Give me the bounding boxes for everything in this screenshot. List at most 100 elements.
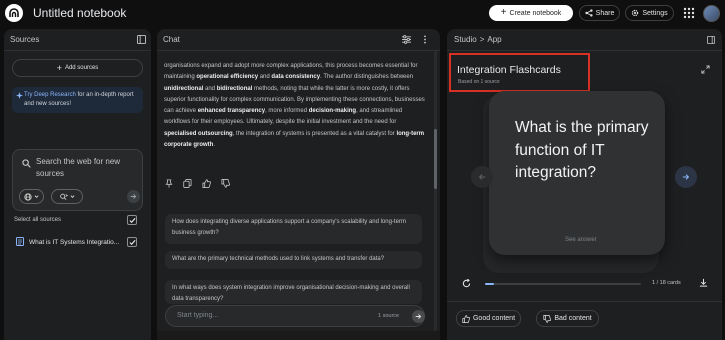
add-sources-label: Add sources bbox=[64, 65, 99, 71]
chat-bold-text: unidirectional bbox=[164, 85, 204, 92]
chat-bold-text: specialised outsourcing bbox=[164, 130, 233, 137]
chat-footer bbox=[157, 331, 440, 340]
arrow-right-icon bbox=[415, 314, 422, 319]
research-mode-dropdown[interactable] bbox=[51, 189, 83, 204]
gear-icon bbox=[632, 9, 639, 17]
breadcrumb: Studio > App bbox=[454, 35, 502, 44]
chat-input-placeholder: Start typing... bbox=[177, 312, 219, 319]
chat-header: Chat bbox=[157, 29, 440, 51]
source-item-checkbox[interactable] bbox=[127, 237, 137, 247]
flashcard[interactable]: What is the primary function of IT integ… bbox=[489, 91, 665, 255]
flashcard-question: What is the primary function of IT integ… bbox=[515, 119, 649, 181]
add-sources-button[interactable]: + Add sources bbox=[12, 59, 143, 77]
web-search-box[interactable]: Search the web for new sources bbox=[12, 149, 143, 211]
breadcrumb-studio[interactable]: Studio bbox=[454, 35, 477, 44]
check-icon bbox=[128, 217, 136, 223]
select-all-label: Select all sources bbox=[14, 217, 62, 223]
check-icon bbox=[128, 239, 136, 245]
share-label: Share bbox=[595, 9, 615, 17]
chat-bold-text: decision-making bbox=[308, 108, 357, 115]
based-on-sources: Based on 1 source bbox=[458, 79, 500, 85]
expand-icon[interactable] bbox=[701, 65, 710, 74]
sources-title: Sources bbox=[10, 35, 40, 44]
search-icon bbox=[22, 159, 31, 168]
card-progress-fill bbox=[485, 283, 494, 285]
breadcrumb-app: App bbox=[487, 35, 502, 44]
deep-research-banner[interactable]: Try Deep Research for an in-depth report… bbox=[12, 87, 143, 113]
studio-divider bbox=[447, 301, 722, 302]
download-icon[interactable] bbox=[699, 278, 708, 287]
card-progress-bar bbox=[485, 283, 641, 285]
tune-icon[interactable] bbox=[402, 35, 411, 44]
web-search-input[interactable]: Search the web for new sources bbox=[36, 156, 136, 180]
breadcrumb-separator: > bbox=[479, 35, 485, 44]
avatar[interactable] bbox=[703, 5, 720, 22]
notebooklm-logo[interactable] bbox=[5, 4, 23, 22]
top-bar: Untitled notebook + Create notebook Shar… bbox=[0, 0, 725, 27]
notebook-title[interactable]: Untitled notebook bbox=[33, 6, 126, 20]
chat-response: organisations expand and adopt more comp… bbox=[164, 61, 426, 151]
plus-icon: + bbox=[500, 7, 507, 18]
restart-icon[interactable] bbox=[462, 279, 471, 288]
chat-text: . The author distinguishes between bbox=[320, 74, 414, 81]
chat-bold-text: bidirectional bbox=[216, 85, 253, 92]
more-vert-icon[interactable] bbox=[423, 35, 427, 44]
chat-input[interactable]: Start typing... 1 source bbox=[165, 305, 425, 327]
previous-card-button[interactable] bbox=[471, 166, 493, 188]
collapse-panel-icon[interactable] bbox=[137, 35, 146, 44]
logo-icon bbox=[9, 8, 19, 17]
create-notebook-label: Create notebook bbox=[509, 9, 562, 17]
apps-grid-icon[interactable] bbox=[683, 7, 695, 19]
chat-text: , the integration of systems is presente… bbox=[232, 130, 397, 137]
card-count: 1 / 18 cards bbox=[652, 280, 681, 286]
chat-text: and bbox=[258, 74, 272, 81]
share-button[interactable]: Share bbox=[579, 5, 620, 21]
arrow-right-icon bbox=[130, 194, 137, 199]
studio-header: Studio > App bbox=[447, 29, 722, 51]
chat-scroll-thumb[interactable] bbox=[434, 129, 437, 189]
studio-panel: Studio > App Integration Flashcards Base… bbox=[447, 29, 722, 340]
globe-icon bbox=[24, 192, 32, 201]
copy-icon[interactable] bbox=[183, 178, 192, 188]
suggested-question[interactable]: How does integrating diverse application… bbox=[165, 214, 422, 244]
see-answer-hint[interactable]: See answer bbox=[565, 237, 597, 243]
source-item-label: What is IT Systems Integratio... bbox=[29, 239, 120, 246]
thumbs-up-icon[interactable] bbox=[202, 178, 211, 188]
arrow-right-icon bbox=[682, 174, 690, 180]
settings-label: Settings bbox=[642, 9, 668, 17]
next-card-button[interactable] bbox=[675, 166, 697, 188]
sources-header: Sources bbox=[4, 29, 151, 51]
collapse-panel-icon[interactable] bbox=[707, 36, 715, 44]
chat-bold-text: operational efficiency bbox=[196, 74, 259, 81]
thumbs-down-icon bbox=[543, 314, 552, 323]
chat-scrollbar[interactable] bbox=[434, 51, 437, 331]
create-notebook-button[interactable]: + Create notebook bbox=[489, 5, 573, 21]
chevron-down-icon bbox=[34, 195, 39, 198]
chat-bold-text: data consistency bbox=[271, 74, 321, 81]
web-source-dropdown[interactable] bbox=[19, 189, 44, 204]
source-count: 1 source bbox=[378, 313, 400, 319]
good-content-label: Good content bbox=[472, 315, 516, 322]
submit-search-button[interactable] bbox=[127, 190, 140, 203]
arrow-left-icon bbox=[478, 174, 486, 180]
pin-icon[interactable] bbox=[165, 178, 173, 188]
message-actions bbox=[165, 177, 230, 189]
fast-research-icon bbox=[60, 193, 68, 200]
chat-text: . bbox=[213, 142, 216, 149]
select-all-checkbox[interactable] bbox=[127, 215, 137, 225]
send-button[interactable] bbox=[412, 310, 425, 323]
chat-text: , more informed bbox=[265, 108, 309, 115]
settings-button[interactable]: Settings bbox=[625, 5, 674, 21]
bad-content-button[interactable]: Bad content bbox=[536, 310, 599, 327]
thumbs-up-icon bbox=[462, 314, 470, 323]
deep-research-link[interactable]: Try Deep Research bbox=[24, 92, 76, 98]
chat-bold-text: enhanced transparency bbox=[197, 108, 266, 115]
suggested-question[interactable]: What are the primary technical methods u… bbox=[165, 251, 422, 269]
suggested-question[interactable]: In what ways does system integration imp… bbox=[165, 280, 422, 304]
deep-research-icon bbox=[16, 92, 23, 99]
chat-title: Chat bbox=[163, 35, 180, 44]
thumbs-down-icon[interactable] bbox=[221, 178, 230, 188]
good-content-button[interactable]: Good content bbox=[456, 310, 521, 327]
document-icon bbox=[16, 237, 24, 246]
share-icon bbox=[585, 9, 593, 17]
